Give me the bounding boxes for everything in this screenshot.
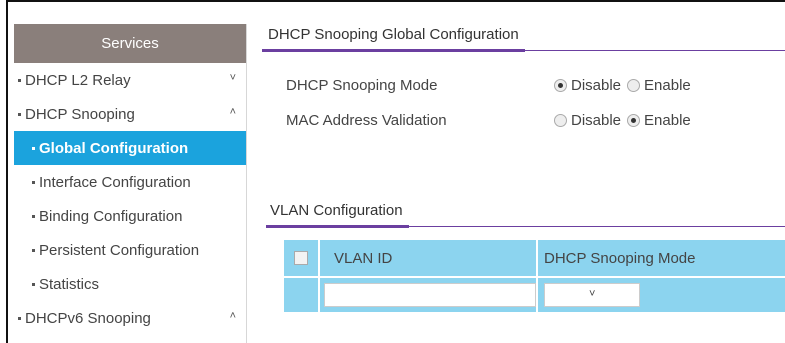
- dhcp-snooping-mode-radios: Disable Enable: [554, 77, 697, 94]
- section-divider: [266, 226, 785, 227]
- column-header-snooping-mode: DHCP Snooping Mode: [536, 240, 785, 276]
- sidebar-item-label: DHCPv6 Snooping: [25, 309, 151, 327]
- sidebar-item-statistics[interactable]: Statistics: [14, 267, 246, 301]
- section-title-vlan: VLAN Configuration: [266, 202, 409, 228]
- column-header-vlan-id: VLAN ID: [318, 240, 536, 276]
- bullet-icon: [18, 112, 21, 116]
- sidebar-item-label: Statistics: [39, 275, 100, 293]
- bullet-icon: [18, 316, 21, 320]
- vlan-id-input[interactable]: [324, 283, 536, 307]
- chevron-up-icon[interactable]: ˄: [230, 106, 236, 118]
- sidebar-item-label: Persistent Configuration: [39, 241, 200, 259]
- radio-label-enable: Enable: [644, 112, 691, 129]
- radio-enable[interactable]: [627, 114, 641, 127]
- sidebar-item-global-configuration[interactable]: Global Configuration: [14, 131, 246, 165]
- sidebar-item-label: DHCP L2 Relay: [25, 71, 131, 89]
- mac-address-validation-label: MAC Address Validation: [286, 112, 447, 129]
- sidebar-item-label: Global Configuration: [39, 139, 189, 157]
- sidebar-item-label: Binding Configuration: [39, 207, 183, 225]
- table-row: ˅: [284, 278, 785, 312]
- section-title-global: DHCP Snooping Global Configuration: [262, 26, 525, 52]
- sidebar-item-dhcp-snooping[interactable]: DHCP Snooping ˄: [14, 97, 246, 131]
- sidebar-item-dhcp-l2-relay[interactable]: DHCP L2 Relay ˅: [14, 63, 246, 97]
- bullet-icon: [32, 214, 35, 218]
- sidebar-item-interface-configuration[interactable]: Interface Configuration: [14, 165, 246, 199]
- table-header-row: VLAN ID DHCP Snooping Mode: [284, 240, 785, 278]
- bullet-icon: [32, 146, 35, 150]
- vlan-table: VLAN ID DHCP Snooping Mode ˅: [284, 240, 785, 312]
- chevron-down-icon: ˅: [589, 288, 596, 300]
- radio-disable[interactable]: [554, 114, 567, 127]
- vlan-id-cell: [318, 278, 536, 312]
- chevron-down-icon[interactable]: ˅: [230, 72, 236, 84]
- radio-label-disable: Disable: [571, 112, 622, 129]
- radio-label-disable: Disable: [571, 77, 622, 94]
- bullet-icon: [32, 180, 35, 184]
- bullet-icon: [32, 282, 35, 286]
- bullet-icon: [18, 78, 21, 82]
- bullet-icon: [32, 248, 35, 252]
- select-all-checkbox[interactable]: [294, 251, 308, 265]
- sidebar-item-label: Interface Configuration: [39, 173, 191, 191]
- select-all-cell: [284, 251, 318, 265]
- radio-disable[interactable]: [554, 79, 567, 92]
- main-content: DHCP Snooping Global Configuration DHCP …: [262, 24, 785, 343]
- sidebar: Services DHCP L2 Relay ˅ DHCP Snooping ˄…: [14, 24, 247, 343]
- sidebar-header: Services: [14, 24, 246, 63]
- snooping-mode-cell: ˅: [536, 278, 785, 312]
- chevron-up-icon[interactable]: ˄: [230, 310, 236, 322]
- radio-enable[interactable]: [627, 79, 641, 92]
- radio-label-enable: Enable: [644, 77, 691, 94]
- sidebar-item-dhcpv6-snooping[interactable]: DHCPv6 Snooping ˄: [14, 301, 246, 335]
- snooping-mode-select[interactable]: ˅: [544, 283, 640, 307]
- mac-address-validation-radios: Disable Enable: [554, 112, 697, 129]
- sidebar-item-persistent-configuration[interactable]: Persistent Configuration: [14, 233, 246, 267]
- sidebar-item-label: DHCP Snooping: [25, 105, 135, 123]
- sidebar-item-binding-configuration[interactable]: Binding Configuration: [14, 199, 246, 233]
- section-divider: [262, 50, 785, 51]
- dhcp-snooping-mode-label: DHCP Snooping Mode: [286, 77, 438, 94]
